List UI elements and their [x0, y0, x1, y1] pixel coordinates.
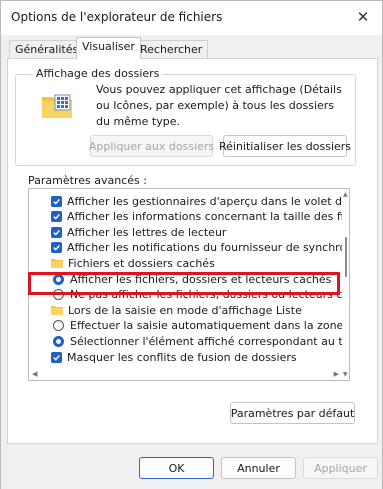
folder-view-description: Vous pouvez appliquer cet affichage (Dét…	[96, 83, 342, 128]
folder-view-group-label: Affichage des dossiers	[33, 67, 163, 80]
setting-row[interactable]: Masquer les conflits de fusion de dossie…	[51, 349, 297, 365]
setting-row[interactable]: Afficher les fichiers, dossiers et lecte…	[53, 271, 331, 287]
cancel-button[interactable]: Annuler	[221, 457, 296, 479]
setting-label: Masquer les conflits de fusion de dossie…	[67, 350, 297, 364]
apply-button[interactable]: Appliquer	[303, 457, 378, 479]
radio-icon[interactable]	[53, 335, 64, 347]
scroll-thumb[interactable]	[345, 237, 347, 277]
setting-row[interactable]: Afficher les lettres de lecteur	[51, 224, 226, 240]
setting-label: Afficher les notifications du fournisseu…	[67, 241, 349, 255]
setting-label: Lors de la saisie en mode d'affichage Li…	[68, 303, 302, 317]
folder-icon	[51, 259, 63, 269]
tab-general[interactable]: Généralités	[9, 40, 85, 59]
restore-defaults-button[interactable]: Paramètres par défaut	[230, 402, 355, 424]
setting-row[interactable]: Afficher les gestionnaires d'aperçu dans…	[51, 193, 349, 209]
horizontal-scrollbar[interactable]: ◀ ▶	[29, 370, 342, 380]
radio-icon[interactable]	[53, 289, 64, 301]
setting-label: Afficher les informations concernant la …	[67, 210, 349, 224]
setting-row[interactable]: Sélectionner l'élément affiché correspon…	[53, 333, 350, 349]
scroll-down-icon[interactable]: ▼	[343, 371, 348, 378]
vertical-scrollbar[interactable]: ▲ ▼	[342, 189, 349, 380]
apply-to-folders-button[interactable]: Appliquer aux dossiers	[89, 135, 214, 157]
scroll-right-icon[interactable]: ▶	[334, 370, 339, 378]
reset-folders-button[interactable]: Réinitialiser les dossiers	[219, 135, 351, 157]
checkbox-icon[interactable]	[51, 351, 62, 363]
radio-icon[interactable]	[53, 273, 64, 285]
advanced-settings-label: Paramètres avancés :	[28, 174, 147, 187]
scroll-up-icon[interactable]: ▲	[343, 191, 348, 198]
tab-strip: Généralités Visualiser Rechercher	[7, 37, 379, 59]
setting-label: Effectuer la saisie automatiquement dans…	[70, 319, 350, 333]
setting-label: Fichiers et dossiers cachés	[68, 256, 215, 270]
advanced-settings-list[interactable]: Afficher les gestionnaires d'aperçu dans…	[28, 188, 350, 381]
tab-search[interactable]: Rechercher	[134, 40, 209, 59]
checkbox-icon[interactable]	[51, 226, 62, 238]
explorer-options-dialog: Options de l'explorateur de fichiers ✕ G…	[0, 0, 383, 489]
setting-row: Lors de la saisie en mode d'affichage Li…	[51, 302, 302, 318]
setting-label: Sélectionner l'élément affiché correspon…	[70, 334, 350, 348]
checkbox-icon[interactable]	[51, 242, 62, 254]
setting-label: Afficher les fichiers, dossiers et lecte…	[70, 272, 332, 286]
setting-row[interactable]: Afficher les notifications du fournisseu…	[51, 240, 349, 256]
folder-icon	[51, 306, 63, 316]
setting-row[interactable]: Ne pas afficher les fichiers, dossiers o…	[53, 287, 350, 303]
checkbox-icon[interactable]	[51, 211, 62, 223]
folder-view-icon	[42, 94, 72, 118]
window-title: Options de l'explorateur de fichiers	[11, 10, 223, 24]
setting-label: Ne pas afficher les fichiers, dossiers o…	[70, 288, 350, 302]
title-bar: Options de l'explorateur de fichiers ✕	[1, 1, 382, 35]
setting-label: Afficher les gestionnaires d'aperçu dans…	[67, 194, 349, 208]
tab-view[interactable]: Visualiser	[76, 37, 141, 59]
setting-label: Afficher les lettres de lecteur	[67, 225, 227, 239]
ok-button[interactable]: OK	[139, 457, 214, 479]
setting-row[interactable]: Effectuer la saisie automatiquement dans…	[53, 318, 350, 334]
checkbox-icon[interactable]	[51, 195, 62, 207]
close-icon[interactable]: ✕	[352, 6, 374, 28]
setting-row[interactable]: Afficher les informations concernant la …	[51, 209, 349, 225]
setting-row: Fichiers et dossiers cachés	[51, 255, 215, 271]
scroll-left-icon[interactable]: ◀	[32, 370, 37, 378]
radio-icon[interactable]	[53, 320, 64, 332]
